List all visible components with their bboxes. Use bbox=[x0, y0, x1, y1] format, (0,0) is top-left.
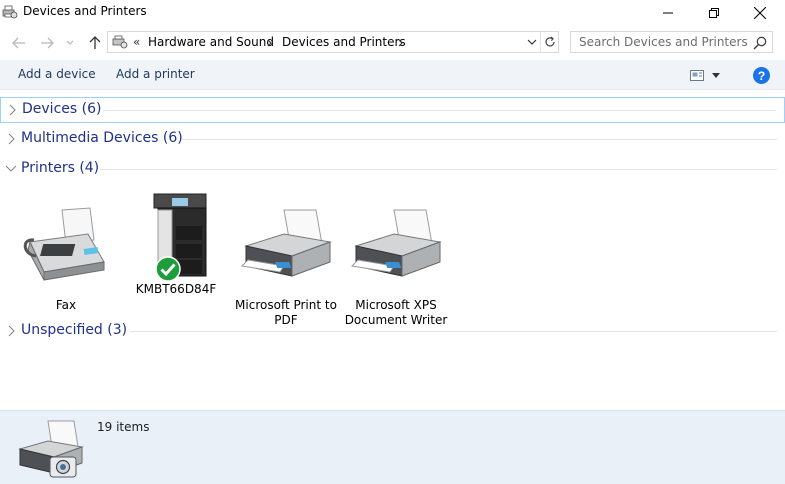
arrow-up-icon bbox=[89, 36, 101, 49]
breadcrumb-separator-icon[interactable] bbox=[267, 39, 273, 47]
group-divider bbox=[130, 331, 777, 332]
device-label: KMBT66D84F bbox=[135, 282, 217, 296]
group-divider bbox=[100, 169, 777, 170]
minimize-button[interactable] bbox=[645, 0, 691, 26]
control-panel-icon bbox=[112, 35, 128, 49]
address-dropdown-button[interactable] bbox=[524, 32, 540, 52]
title-bar: Devices and Printers bbox=[0, 0, 785, 26]
devices-printers-icon bbox=[18, 420, 84, 478]
arrow-left-icon bbox=[12, 37, 25, 49]
navigation-bar: « Hardware and Sound Devices and Printer… bbox=[0, 26, 785, 60]
chevron-right-icon[interactable] bbox=[7, 104, 17, 116]
group-title: Unspecified (3) bbox=[21, 322, 128, 338]
refresh-button[interactable] bbox=[540, 32, 558, 52]
item-count: 19 items bbox=[97, 420, 150, 434]
chevron-down-icon bbox=[527, 39, 537, 45]
group-unspecified[interactable]: Unspecified (3) bbox=[0, 319, 785, 345]
restore-icon bbox=[709, 8, 719, 18]
arrow-right-icon bbox=[41, 37, 54, 49]
device-tile-kmbt66d84f[interactable]: KMBT66D84F bbox=[121, 188, 231, 297]
change-view-button[interactable] bbox=[690, 66, 730, 84]
refresh-icon bbox=[544, 36, 555, 47]
devices-printers-icon bbox=[2, 5, 18, 19]
fax-icon bbox=[23, 207, 105, 281]
device-tile-microsoft-xps-document-writer[interactable]: Microsoft XPS Document Writer bbox=[341, 204, 451, 328]
forward-button[interactable] bbox=[36, 32, 58, 54]
printer-icon bbox=[240, 209, 332, 277]
address-bar[interactable]: « Hardware and Sound Devices and Printer… bbox=[107, 31, 559, 53]
chevron-right-icon[interactable] bbox=[6, 133, 16, 145]
group-divider bbox=[103, 110, 776, 111]
chevron-down-icon[interactable] bbox=[6, 163, 16, 175]
printer-icon bbox=[350, 209, 442, 277]
recent-locations-button[interactable] bbox=[62, 32, 78, 54]
device-tile-fax[interactable]: Fax bbox=[11, 204, 121, 313]
help-button[interactable]: ? bbox=[753, 67, 770, 84]
search-icon[interactable] bbox=[752, 35, 768, 51]
back-button[interactable] bbox=[8, 32, 30, 54]
device-tile-microsoft-print-to-pdf[interactable]: Microsoft Print to PDF bbox=[231, 204, 341, 328]
command-bar: Add a device Add a printer ? bbox=[0, 60, 785, 90]
default-printer-check-icon bbox=[155, 256, 181, 282]
breadcrumb-separator-icon[interactable] bbox=[398, 39, 404, 47]
chevron-down-icon bbox=[66, 40, 74, 45]
search-placeholder: Search Devices and Printers bbox=[579, 35, 748, 49]
group-title: Devices (6) bbox=[22, 101, 102, 117]
up-button[interactable] bbox=[84, 32, 106, 54]
caret-down-icon bbox=[712, 72, 720, 78]
view-icon bbox=[690, 69, 704, 81]
minimize-icon bbox=[663, 12, 673, 14]
chevron-right-icon[interactable] bbox=[6, 325, 16, 337]
window-title: Devices and Printers bbox=[23, 4, 147, 18]
close-icon bbox=[754, 7, 766, 19]
add-printer-button[interactable]: Add a printer bbox=[116, 67, 195, 81]
device-list: Devices (6) Multimedia Devices (6) Print… bbox=[0, 92, 785, 410]
group-devices[interactable]: Devices (6) bbox=[0, 97, 785, 123]
restore-button[interactable] bbox=[691, 0, 737, 26]
breadcrumb-devices-and-printers[interactable]: Devices and Printers bbox=[282, 35, 406, 49]
group-printers[interactable]: Printers (4) bbox=[0, 157, 785, 183]
group-title: Printers (4) bbox=[21, 160, 100, 176]
group-divider bbox=[182, 139, 777, 140]
add-device-button[interactable]: Add a device bbox=[18, 67, 96, 81]
breadcrumb-hardware-and-sound[interactable]: Hardware and Sound bbox=[148, 35, 274, 49]
search-box[interactable]: Search Devices and Printers bbox=[570, 31, 773, 53]
device-label: Fax bbox=[55, 298, 77, 312]
details-pane: 19 items bbox=[0, 410, 785, 484]
close-button[interactable] bbox=[737, 0, 783, 26]
group-title: Multimedia Devices (6) bbox=[21, 130, 183, 146]
breadcrumb-overflow[interactable]: « bbox=[133, 35, 140, 49]
group-multimedia-devices[interactable]: Multimedia Devices (6) bbox=[0, 127, 785, 153]
